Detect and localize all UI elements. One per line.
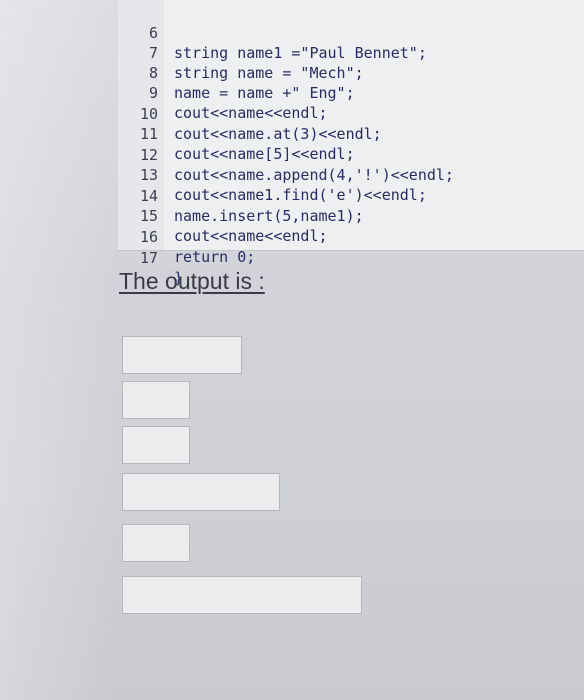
code-line: 15 cout<<name<<endl;	[118, 186, 584, 245]
answer-box-2[interactable]	[122, 381, 190, 419]
code-line: 12 cout<<name.append(4,'!')<<endl;	[118, 125, 584, 184]
answer-box-4[interactable]	[122, 473, 280, 511]
answer-box-1[interactable]	[122, 336, 242, 374]
code-line: 17 }	[118, 228, 584, 287]
code-line: 8 name = name +" Eng";	[118, 43, 584, 102]
code-line: 7 string name = "Mech";	[118, 23, 584, 82]
code-line: 11 cout<<name[5]<<endl;	[118, 104, 584, 163]
output-heading: The output is :	[119, 268, 265, 294]
code-editor: 6 string name1 ="Paul Bennet"; 7 string …	[118, 0, 584, 287]
code-text: return 0;	[174, 248, 256, 266]
code-line: 6 string name1 ="Paul Bennet";	[118, 3, 584, 62]
answer-box-6[interactable]	[122, 576, 362, 614]
code-line: 16 return 0;	[118, 207, 584, 266]
answer-box-5[interactable]	[122, 524, 190, 562]
code-line: 9 cout<<name<<endl;	[118, 63, 584, 122]
code-line: 13 cout<<name1.find('e')<<endl;	[118, 145, 584, 204]
line-number: 17	[139, 249, 158, 267]
screen-glare	[0, 0, 120, 700]
code-line: 14 name.insert(5,name1);	[118, 166, 584, 225]
answer-box-3[interactable]	[122, 426, 190, 464]
code-line: 10 cout<<name.at(3)<<endl;	[118, 84, 584, 143]
